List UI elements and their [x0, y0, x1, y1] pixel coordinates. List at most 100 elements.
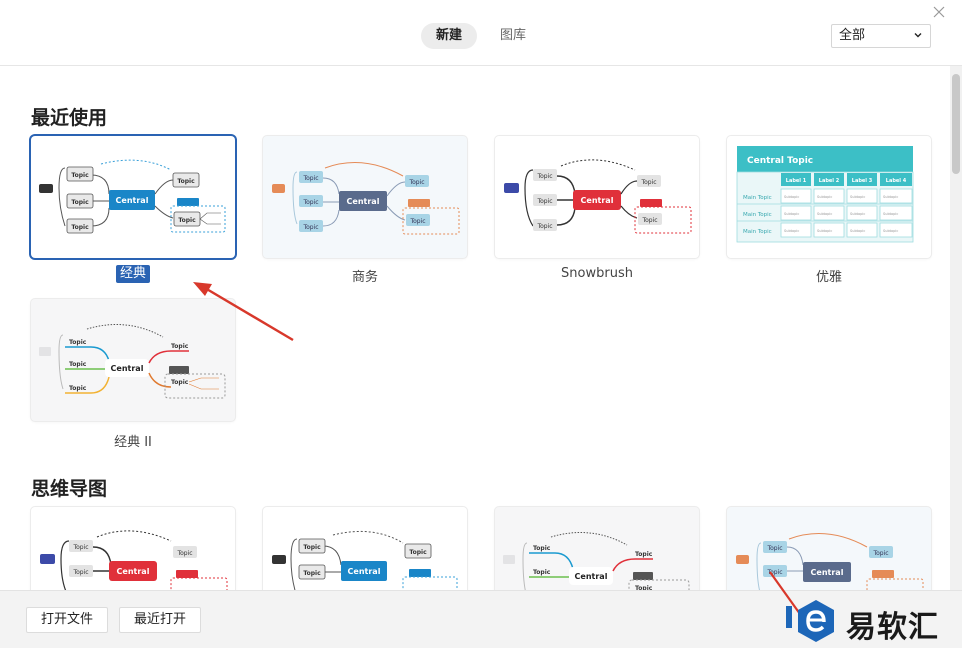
mode-tabs: 新建 图库: [421, 23, 541, 49]
preview-topic-text: Topic: [69, 339, 87, 346]
template-preview-mindmap-business: Topic Topic Central Topic: [736, 533, 924, 590]
preview-central-text: Central: [111, 364, 144, 373]
close-icon[interactable]: [932, 5, 946, 19]
preview-topic-text: Topic: [302, 199, 318, 206]
template-preview-mindmap-classic-ii: Topic Topic Central Topic Topic: [503, 532, 690, 590]
watermark-logo: 易软汇: [786, 598, 962, 645]
category-filter-select[interactable]: 全部: [831, 24, 931, 48]
tab-new[interactable]: 新建: [421, 23, 478, 49]
preview-topic-text: Topic: [176, 550, 192, 557]
template-card-mindmap-classic[interactable]: Topic Topic Central Topic: [263, 507, 467, 590]
preview-topic-text: Topic: [536, 223, 552, 230]
preview-topic-text: Topic: [766, 545, 782, 552]
dialog-header: 新建 图库 全部: [0, 0, 962, 66]
open-file-button[interactable]: 打开文件: [26, 607, 109, 633]
template-label-classic-ii: 经典 II: [114, 435, 152, 450]
template-preview-elegant: Central Topic Label 1 Label 2 Label 3 La…: [736, 146, 914, 243]
preview-topic-text: Topic: [872, 550, 888, 557]
svg-text:Subtopic: Subtopic: [850, 212, 865, 216]
svg-text:Subtopic: Subtopic: [784, 229, 799, 233]
svg-text:Subtopic: Subtopic: [883, 212, 898, 216]
preview-topic-text: Topic: [171, 379, 189, 386]
recent-open-button[interactable]: 最近打开: [119, 607, 202, 633]
preview-topic-text: Topic: [71, 224, 89, 231]
preview-topic-text: Topic: [303, 570, 321, 577]
preview-central-text: Central: [347, 197, 380, 206]
template-preview-mindmap-snowbrush: Topic Topic Central Topic: [40, 530, 228, 590]
template-card-mindmap-snowbrush[interactable]: Topic Topic Central Topic: [31, 507, 235, 590]
section-title-recent: 最近使用: [31, 107, 108, 129]
template-card-business[interactable]: Topic Topic Topic Central Topic Topic: [263, 136, 467, 258]
preview-topic-text: Topic: [303, 544, 321, 551]
template-label-snowbrush: Snowbrush: [561, 266, 633, 281]
template-card-mindmap-classic-ii[interactable]: Topic Topic Central Topic Topic: [495, 507, 699, 590]
preview-central-text: Central: [348, 567, 381, 576]
preview-topic-text: Topic: [302, 224, 318, 231]
chevron-down-icon: [914, 33, 922, 38]
vertical-scrollbar[interactable]: [950, 66, 962, 590]
template-preview-mindmap-classic: Topic Topic Central Topic: [272, 530, 458, 590]
preview-topic-text: Topic: [69, 385, 87, 392]
category-filter-value: 全部: [839, 28, 866, 43]
preview-label-3: Label 3: [852, 178, 873, 184]
preview-central-text: Central: [116, 196, 149, 205]
template-card-mindmap-business[interactable]: Topic Topic Central Topic: [727, 507, 931, 590]
preview-topic-text: Topic: [71, 172, 89, 179]
watermark-e-icon: [786, 600, 834, 642]
template-card-snowbrush[interactable]: Topic Topic Topic Central Topic Topic: [495, 136, 699, 258]
preview-main-topic-text: Main Topic: [743, 195, 772, 201]
preview-topic-text: Topic: [409, 549, 427, 556]
preview-topic-text: Topic: [69, 361, 87, 368]
preview-main-topic-text: Main Topic: [743, 212, 772, 218]
template-label-elegant: 优雅: [815, 270, 842, 285]
preview-central-text: Central: [581, 196, 614, 205]
preview-topic-text: Topic: [641, 217, 657, 224]
svg-text:Subtopic: Subtopic: [883, 195, 898, 199]
template-list: 最近使用 Topic Topic Topic Central Topic Top: [0, 66, 950, 590]
preview-label-1: Label 1: [786, 178, 807, 184]
svg-text:Subtopic: Subtopic: [817, 195, 832, 199]
preview-topic-text: Topic: [536, 198, 552, 205]
svg-text:Subtopic: Subtopic: [784, 212, 799, 216]
svg-text:Subtopic: Subtopic: [817, 229, 832, 233]
preview-topic-text: Topic: [171, 343, 189, 350]
preview-topic-text: Topic: [533, 569, 551, 576]
template-label-business: 商务: [351, 270, 378, 285]
preview-topic-text: Topic: [635, 551, 653, 558]
svg-text:Subtopic: Subtopic: [883, 229, 898, 233]
preview-topic-text: Topic: [302, 175, 318, 182]
svg-text:Subtopic: Subtopic: [817, 212, 832, 216]
template-preview-snowbrush: Topic Topic Topic Central Topic Topic: [504, 159, 692, 234]
preview-topic-text: Topic: [177, 178, 195, 185]
svg-text:Subtopic: Subtopic: [784, 195, 799, 199]
preview-topic-text: Topic: [408, 179, 424, 186]
preview-topic-text: Topic: [72, 569, 88, 576]
preview-central-text: Central: [117, 567, 150, 576]
preview-topic-text: Topic: [178, 217, 196, 224]
svg-text:Subtopic: Subtopic: [850, 195, 865, 199]
preview-central-text: Central: [575, 572, 608, 581]
template-card-elegant[interactable]: Central Topic Label 1 Label 2 Label 3 La…: [727, 136, 931, 258]
template-preview-business: Topic Topic Topic Central Topic Topic: [272, 162, 460, 235]
preview-topic-text: Topic: [72, 544, 88, 551]
section-title-mindmap: 思维导图: [31, 478, 108, 500]
preview-central-text: Central: [811, 568, 844, 577]
template-card-classic[interactable]: Topic Topic Topic Central Topic Topic: [31, 136, 235, 258]
template-card-classic-ii[interactable]: Topic Topic Topic Central Topic Topic: [31, 299, 235, 421]
template-preview-classic: Topic Topic Topic Central Topic Topic: [39, 159, 226, 234]
watermark-text: 易软汇: [846, 610, 939, 645]
preview-central-topic-text: Central Topic: [747, 156, 813, 166]
scrollbar-thumb[interactable]: [952, 74, 960, 174]
preview-topic-text: Topic: [409, 218, 425, 225]
template-preview-classic-ii: Topic Topic Topic Central Topic Topic: [39, 324, 226, 399]
preview-topic-text: Topic: [766, 569, 782, 576]
preview-main-topic-text: Main Topic: [743, 229, 772, 235]
preview-topic-text: Topic: [533, 545, 551, 552]
preview-topic-text: Topic: [640, 179, 656, 186]
preview-label-4: Label 4: [886, 178, 907, 184]
tab-gallery[interactable]: 图库: [485, 23, 541, 49]
preview-label-2: Label 2: [819, 178, 840, 184]
preview-topic-text: Topic: [536, 173, 552, 180]
template-label-classic: 经典: [31, 265, 235, 283]
preview-topic-text: Topic: [71, 199, 89, 206]
